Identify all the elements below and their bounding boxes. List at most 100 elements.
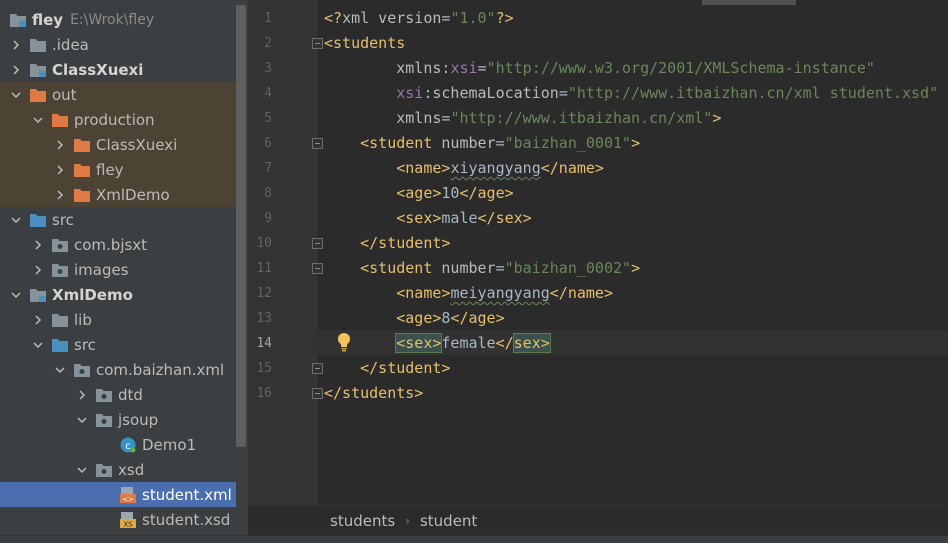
tree-item[interactable]: fley <box>0 157 236 182</box>
code-token: ?> <box>495 9 514 27</box>
chevron-right-icon[interactable] <box>32 264 44 276</box>
breadcrumb-item-student[interactable]: student <box>416 512 481 530</box>
line-number: 7 <box>264 161 272 176</box>
module-folder-icon <box>10 12 26 28</box>
line-number: 8 <box>264 186 272 201</box>
code-token: "1.0" <box>450 9 496 27</box>
tree-item[interactable]: .idea <box>0 32 236 57</box>
code-token: xmlns <box>396 109 442 127</box>
tree-item[interactable]: fley E:\Wrok\fley <box>0 7 236 32</box>
tree-item[interactable]: jsoup <box>0 407 236 432</box>
chevron-down-icon[interactable] <box>10 89 22 101</box>
tree-item[interactable]: production <box>0 107 236 132</box>
tree-item[interactable]: ClassXuexi <box>0 132 236 157</box>
line-number: 5 <box>264 111 272 126</box>
tree-item[interactable]: src <box>0 332 236 357</box>
code-token: </student> <box>360 359 451 377</box>
tree-item-label: fley <box>96 160 124 179</box>
chevron-right-icon[interactable] <box>54 164 66 176</box>
tree-item-label: student.xml <box>142 485 232 504</box>
chevron-right-icon[interactable] <box>54 139 66 151</box>
code-editor[interactable]: 1 <?xml version="1.0"?> 2 <students 3 xmlns:… <box>248 0 948 505</box>
chevron-down-icon[interactable] <box>54 364 66 376</box>
tree-item-label: jsoup <box>118 410 159 429</box>
chevron-right-icon[interactable] <box>10 39 22 51</box>
fold-marker-icon[interactable] <box>312 38 323 49</box>
line-number: 11 <box>256 261 272 276</box>
project-path: E:\Wrok\fley <box>70 11 155 28</box>
line-number: 14 <box>256 336 272 351</box>
code-line[interactable]: <sex>female</sex> <box>324 331 551 356</box>
fold-marker-icon[interactable] <box>312 363 323 374</box>
code-line[interactable]: <name>xiyangyang</name> <box>324 156 604 181</box>
code-line[interactable]: <students <box>324 31 405 56</box>
code-line[interactable]: <name>meiyangyang</name> <box>324 281 613 306</box>
tree-item[interactable]: src <box>0 207 236 232</box>
code-line[interactable]: xmlns:xsi="http://www.w3.org/2001/XMLSch… <box>324 56 875 81</box>
fold-marker-icon[interactable] <box>312 238 323 249</box>
package-icon <box>96 412 112 428</box>
lightbulb-icon[interactable] <box>337 332 351 352</box>
chevron-right-icon[interactable] <box>32 239 44 251</box>
code-line[interactable]: <student number="baizhan_0001"> <box>324 131 640 156</box>
chevron-down-icon[interactable] <box>76 464 88 476</box>
tree-item[interactable]: images <box>0 257 236 282</box>
tree-item[interactable]: lib <box>0 307 236 332</box>
code-line[interactable]: <sex>male</sex> <box>324 206 531 231</box>
tree-item[interactable]: c Demo1 <box>0 432 236 457</box>
code-token: xsi <box>396 84 424 102</box>
excluded-folder-icon <box>74 137 90 153</box>
code-line[interactable]: </student> <box>324 231 450 256</box>
fold-marker-icon[interactable] <box>312 138 323 149</box>
code-token: <student <box>360 259 442 277</box>
line-number: 9 <box>264 211 272 226</box>
project-scrollbar-thumb[interactable] <box>236 5 246 447</box>
code-token: <students <box>324 34 406 52</box>
svg-text:XS: XS <box>123 520 133 528</box>
package-icon <box>52 262 68 278</box>
tree-item[interactable]: XmlDemo <box>0 182 236 207</box>
tree-item-label: XmlDemo <box>52 285 133 304</box>
code-line[interactable]: <?xml version="1.0"?> <box>324 6 514 31</box>
chevron-down-icon[interactable] <box>10 214 22 226</box>
gutter-divider <box>316 0 317 505</box>
tree-item[interactable]: XmlDemo <box>0 282 236 307</box>
fold-marker-icon[interactable] <box>312 263 323 274</box>
chevron-down-icon[interactable] <box>32 339 44 351</box>
excluded-folder-icon <box>74 162 90 178</box>
fold-marker-icon[interactable] <box>312 388 323 399</box>
tree-item[interactable]: ClassXuexi <box>0 57 236 82</box>
chevron-down-icon[interactable] <box>10 289 22 301</box>
source-folder-icon <box>52 337 68 353</box>
tree-item[interactable]: com.bjsxt <box>0 232 236 257</box>
code-line[interactable]: <student number="baizhan_0002"> <box>324 256 640 281</box>
code-line[interactable]: <age>8</age> <box>324 306 504 331</box>
code-token: female <box>441 334 496 352</box>
chevron-right-icon[interactable] <box>76 389 88 401</box>
code-line[interactable]: </students> <box>324 381 423 406</box>
chevron-right-icon: › <box>405 514 410 528</box>
svg-text:<>: <> <box>122 495 134 503</box>
tree-item[interactable]: XS student.xsd <box>0 507 236 532</box>
chevron-right-icon[interactable] <box>54 189 66 201</box>
code-line[interactable]: xsi:schemaLocation="http://www.itbaizhan… <box>324 81 938 106</box>
tree-item-label: Demo1 <box>142 435 197 454</box>
chevron-down-icon[interactable] <box>32 114 44 126</box>
chevron-right-icon[interactable] <box>32 314 44 326</box>
tree-item[interactable]: xsd <box>0 457 236 482</box>
chevron-down-icon[interactable] <box>76 414 88 426</box>
line-number: 2 <box>264 36 272 51</box>
code-line[interactable]: <age>10</age> <box>324 181 513 206</box>
tree-item[interactable]: out <box>0 82 236 107</box>
code-line[interactable]: xmlns="http://www.itbaizhan.cn/xml"> <box>324 106 721 131</box>
breadcrumb-item-students[interactable]: students <box>326 512 399 530</box>
code-token: 10 <box>441 184 460 202</box>
code-line[interactable]: </student> <box>324 356 450 381</box>
tree-item[interactable]: com.baizhan.xml <box>0 357 236 382</box>
chevron-right-icon[interactable] <box>10 64 22 76</box>
line-number: 13 <box>256 311 272 326</box>
tree-item[interactable]: dtd <box>0 382 236 407</box>
tree-item[interactable]: <> student.xml <box>0 482 236 507</box>
